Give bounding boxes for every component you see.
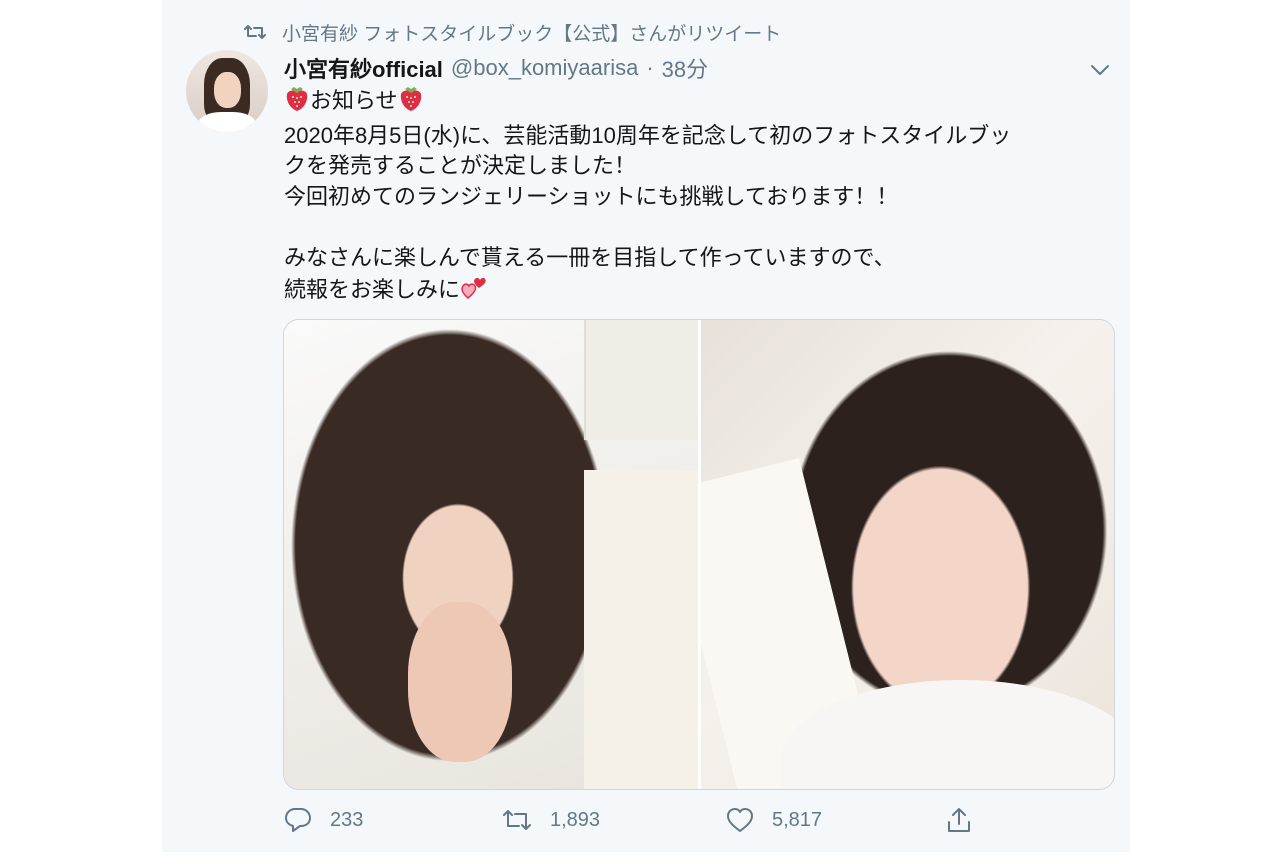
tweet-line-3: クを発売することが決定しました！ (284, 153, 637, 178)
media-grid (283, 319, 1115, 790)
tweet-line-6: みなさんに楽しんで貰える一冊を目指して作っていますので、 (284, 244, 896, 270)
reply-count: 233 (330, 808, 364, 831)
like-button[interactable]: 5,817 (726, 807, 822, 833)
tweet-line-7: 続報をお楽しみに (284, 273, 1114, 310)
photo-background-panel (584, 320, 698, 440)
retweet-banner-text[interactable]: 小宮有紗 フォトスタイルブック【公式】さんがリツイート (282, 19, 781, 46)
avatar-face (214, 72, 241, 108)
strawberry-emoji (284, 84, 310, 121)
reply-button[interactable]: 233 (284, 807, 363, 833)
two-hearts-emoji (460, 273, 488, 310)
share-icon (946, 806, 972, 834)
display-name[interactable]: 小宮有紗official (284, 52, 443, 84)
retweet-banner: 小宮有紗 フォトスタイルブック【公式】さんがリツイート (244, 18, 781, 46)
heart-icon (726, 807, 754, 833)
retweet-count: 1,893 (550, 808, 601, 831)
tweet-line-4: 今回初めてのランジェリーショットにも挑戦しております！！ (284, 183, 899, 209)
photo-portrait-1[interactable] (284, 320, 698, 789)
tweet-line-blank (284, 212, 1114, 243)
tweet-line-1: お知らせ (284, 84, 1114, 121)
timestamp[interactable]: 38分 (662, 52, 708, 84)
retweet-button[interactable]: 1,893 (502, 808, 600, 832)
user-handle[interactable]: @box_komiyaarisa (451, 55, 638, 81)
tweet-header: 小宮有紗official @box_komiyaarisa · 38分 (284, 52, 708, 84)
retweet-icon (244, 24, 266, 40)
share-button[interactable] (946, 806, 972, 834)
photo-hand (408, 602, 512, 762)
tweet-text: お知らせ 2020年8月5日(水)に、芸能活動10周年を記念して初のフォトスタイ… (284, 84, 1114, 310)
strawberry-emoji (398, 84, 424, 121)
avatar-shirt (198, 112, 256, 132)
retweet-icon (502, 808, 532, 832)
like-count: 5,817 (772, 808, 823, 831)
tweet-line-2: 2020年8月5日(水)に、芸能活動10周年を記念して初のフォトスタイルブッ (284, 122, 1012, 148)
tweet-actions: 233 1,893 5,817 (284, 804, 1114, 836)
photo-shirt (584, 470, 698, 789)
avatar[interactable] (186, 50, 268, 132)
separator-dot: · (646, 55, 654, 80)
photo-portrait-2[interactable] (700, 320, 1114, 789)
chevron-down-icon[interactable] (1086, 56, 1114, 84)
tweet-card[interactable]: 小宮有紗 フォトスタイルブック【公式】さんがリツイート 小宮有紗official… (162, 0, 1130, 852)
reply-icon (284, 807, 312, 833)
